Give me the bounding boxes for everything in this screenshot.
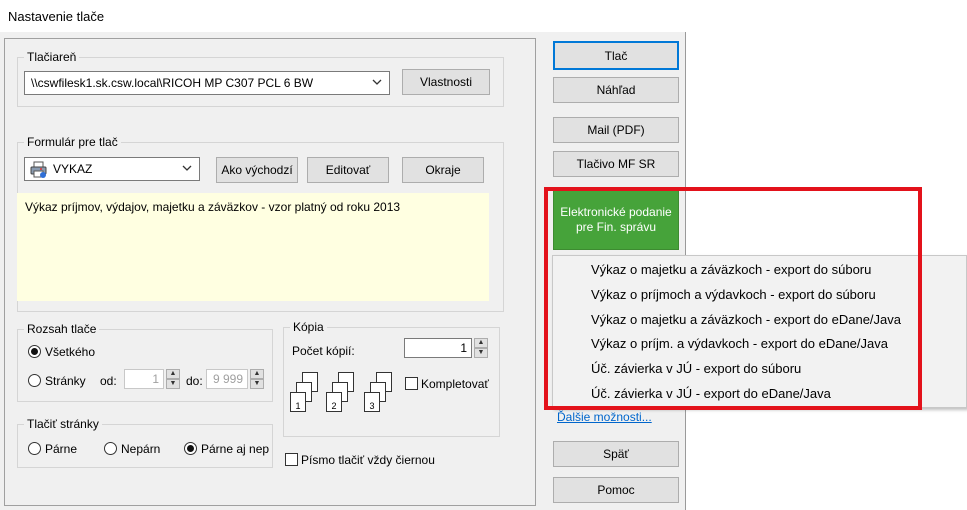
preview-button[interactable]: Náhľad	[553, 77, 679, 103]
printer-group-title: Tlačiareň	[24, 50, 80, 64]
window-title: Nastavenie tlače	[8, 9, 105, 24]
mf-form-button[interactable]: Tlačivo MF SR	[553, 151, 679, 177]
range-from-label: od:	[100, 374, 117, 388]
highlight-frame	[544, 187, 922, 410]
collate-checkbox[interactable]	[405, 377, 418, 390]
range-from-arrows[interactable]: ▲ ▼	[166, 369, 180, 389]
more-options-link[interactable]: Ďalšie možnosti...	[557, 410, 652, 424]
copies-title: Kópia	[290, 320, 327, 334]
title-bar: Nastavenie tlače	[0, 0, 686, 32]
copies-count-label: Počet kópií:	[292, 344, 355, 358]
pages-odd-radio[interactable]	[104, 442, 117, 455]
sheet-icon: 2	[326, 392, 342, 412]
black-font-label: Písmo tlačiť vždy čiernou	[301, 453, 435, 467]
pages-both-radio[interactable]	[184, 442, 197, 455]
sheet-icon: 1	[290, 392, 306, 412]
range-all-radio[interactable]	[28, 345, 41, 358]
form-group-title: Formulár pre tlač	[24, 135, 121, 149]
form-description: Výkaz príjmov, výdajov, majetku a záväzk…	[17, 193, 489, 301]
collate-pages-icon: 1 2 3	[290, 370, 398, 420]
range-pages-label: Stránky	[45, 374, 86, 388]
edit-form-button[interactable]: Editovať	[307, 157, 389, 183]
properties-button[interactable]: Vlastnosti	[402, 69, 490, 95]
range-from-field[interactable]: 1	[124, 369, 164, 389]
chevron-down-icon	[372, 79, 382, 85]
spin-down-icon[interactable]: ▼	[474, 348, 488, 358]
chevron-down-icon	[182, 165, 192, 171]
range-from-spinner[interactable]: 1 ▲ ▼	[124, 369, 182, 389]
spin-up-icon[interactable]: ▲	[474, 338, 488, 348]
sheet-icon: 3	[364, 392, 380, 412]
range-to-field[interactable]: 9 999	[206, 369, 248, 389]
print-range-group: Rozsah tlače	[17, 322, 273, 402]
printer-select-value: \\cswfilesk1.sk.csw.local\RICOH MP C307 …	[31, 76, 314, 90]
spin-up-icon[interactable]: ▲	[250, 369, 264, 379]
range-to-arrows[interactable]: ▲ ▼	[250, 369, 264, 389]
form-select[interactable]: VYKAZ	[24, 157, 200, 181]
set-default-button[interactable]: Ako východzí	[216, 157, 298, 183]
copies-count-field[interactable]: 1	[404, 338, 472, 358]
print-range-title: Rozsah tlače	[24, 322, 100, 336]
help-button[interactable]: Pomoc	[553, 477, 679, 503]
spin-up-icon[interactable]: ▲	[166, 369, 180, 379]
print-pages-title: Tlačiť stránky	[24, 417, 102, 431]
range-pages-radio[interactable]	[28, 374, 41, 387]
copies-count-arrows[interactable]: ▲ ▼	[474, 338, 488, 358]
pages-even-label: Párne	[45, 442, 78, 456]
range-to-spinner[interactable]: 9 999 ▲ ▼	[206, 369, 266, 389]
collate-label: Kompletovať	[421, 377, 489, 391]
range-all-label: Všetkého	[45, 345, 96, 359]
margins-button[interactable]: Okraje	[402, 157, 484, 183]
spin-down-icon[interactable]: ▼	[166, 379, 180, 389]
range-to-label: do:	[186, 374, 203, 388]
pages-even-radio[interactable]	[28, 442, 41, 455]
pages-odd-label: Nepárn	[121, 442, 161, 456]
print-button[interactable]: Tlač	[553, 41, 679, 70]
back-button[interactable]: Späť	[553, 441, 679, 467]
spin-down-icon[interactable]: ▼	[250, 379, 264, 389]
pages-both-label: Párne aj nep	[201, 442, 270, 456]
black-font-checkbox[interactable]	[285, 453, 298, 466]
form-select-value: VYKAZ	[53, 162, 93, 176]
printer-icon	[30, 161, 47, 178]
copies-count-spinner[interactable]: 1 ▲ ▼	[404, 338, 490, 358]
printer-select[interactable]: \\cswfilesk1.sk.csw.local\RICOH MP C307 …	[24, 71, 390, 95]
mail-pdf-button[interactable]: Mail (PDF)	[553, 117, 679, 143]
